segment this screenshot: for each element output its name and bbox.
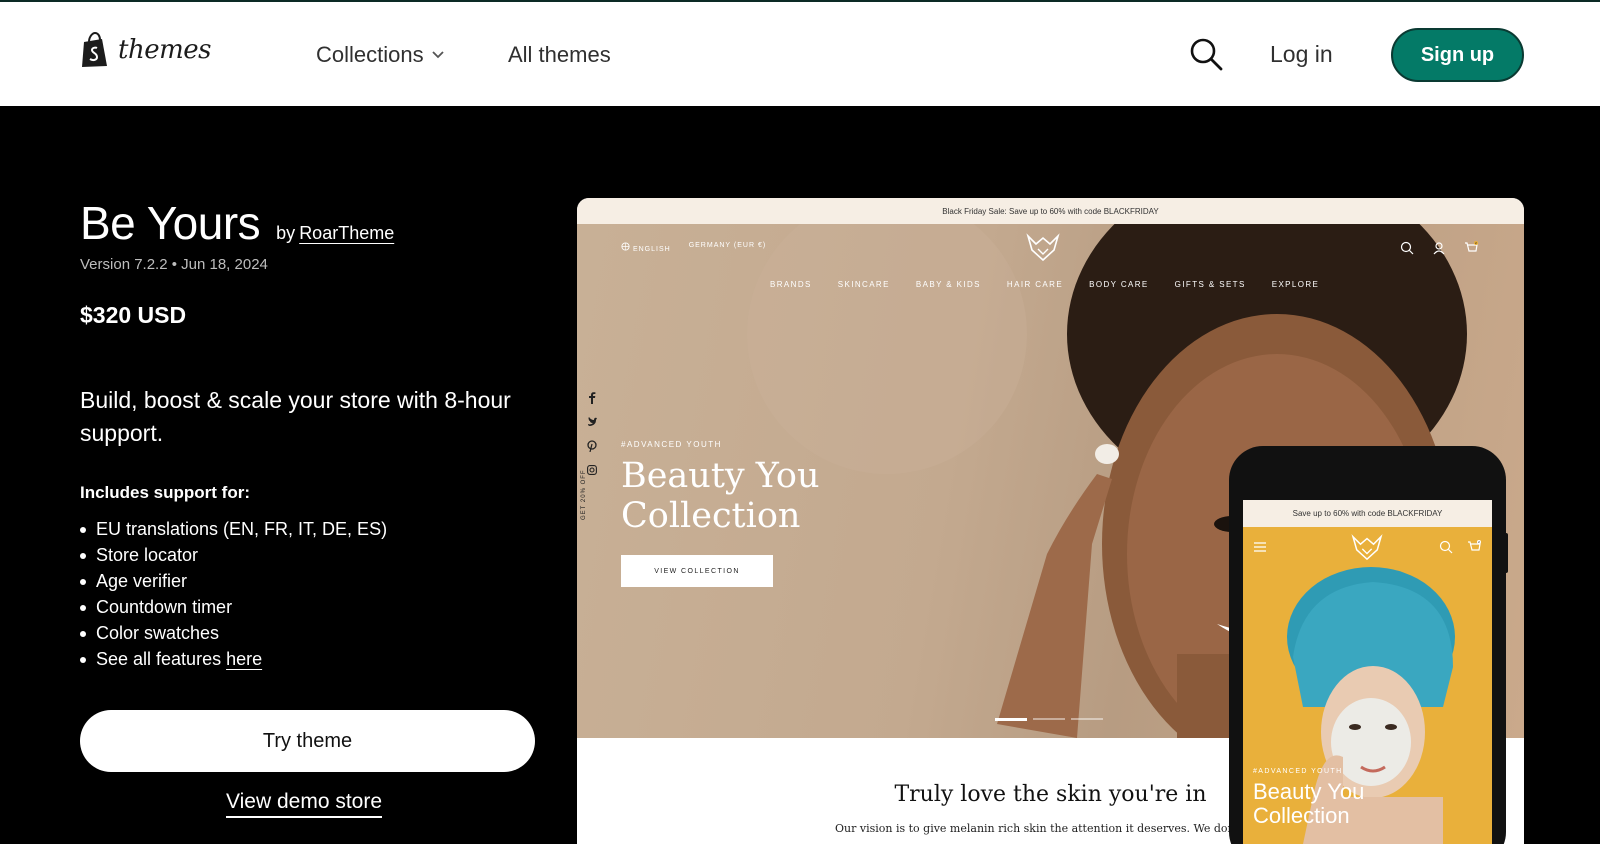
- phone-side-button: [1503, 533, 1508, 573]
- signup-button[interactable]: Sign up: [1391, 28, 1524, 82]
- mobile-hero-eyebrow: #ADVANCED YOUTH: [1253, 768, 1343, 775]
- includes-heading: Includes support for:: [80, 483, 250, 502]
- shopify-bag-icon: [82, 32, 107, 67]
- login-link[interactable]: Log in: [1270, 41, 1333, 68]
- all-themes-link[interactable]: All themes: [508, 42, 611, 68]
- see-all-features-link[interactable]: here: [226, 649, 262, 669]
- hero-view-collection-button: VIEW COLLECTION: [621, 555, 773, 587]
- mobile-promo-bar: Save up to 60% with code BLACKFRIDAY: [1243, 500, 1492, 527]
- top-navigation: themes Collections All themes Log in Sig…: [0, 0, 1600, 106]
- try-theme-button[interactable]: Try theme: [80, 710, 535, 772]
- shopify-themes-logo[interactable]: themes: [80, 32, 211, 68]
- hero-title: Beauty You Collection: [621, 456, 820, 536]
- fox-logo-icon: [1351, 534, 1383, 561]
- slide-dot: [995, 718, 1027, 721]
- chevron-down-icon: [431, 51, 444, 59]
- theme-author-line: by RoarTheme: [276, 223, 394, 244]
- theme-title-row: Be Yours by RoarTheme: [80, 196, 394, 250]
- collections-label: Collections: [316, 42, 424, 67]
- menu-item-hair-care: HAIR CARE: [1006, 280, 1064, 289]
- cart-icon: 2: [1468, 540, 1481, 551]
- intro-text: Our vision is to give melanin rich skin …: [835, 822, 1274, 835]
- fox-logo-icon: [1026, 233, 1060, 262]
- preview-header-icons: 2: [1400, 241, 1478, 255]
- preview-social-bar: [587, 392, 597, 476]
- preview-promo-bar: Black Friday Sale: Save up to 60% with c…: [577, 198, 1524, 224]
- slide-dot: [1071, 718, 1103, 720]
- theme-price: $320 USD: [80, 302, 187, 328]
- theme-name: Be Yours: [80, 197, 261, 249]
- social-offer-text: GET 20% OFF: [581, 469, 587, 520]
- preview-language-label: ENGLISH: [632, 246, 671, 253]
- menu-item-baby-kids: BABY & KIDS: [915, 280, 981, 289]
- slideshow-dots: [995, 718, 1103, 721]
- search-icon: [1439, 540, 1453, 554]
- menu-item-brands: BRANDS: [770, 280, 812, 289]
- feature-item: Age verifier: [80, 568, 387, 594]
- collections-menu[interactable]: Collections: [316, 42, 444, 68]
- menu-item-gifts-sets: GIFTS & SETS: [1174, 280, 1246, 289]
- menu-item-skincare: SKINCARE: [837, 280, 890, 289]
- preview-locale: ENGLISH GERMANY (EUR €): [621, 242, 766, 253]
- feature-list: EU translations (EN, FR, IT, DE, ES) Sto…: [80, 516, 387, 672]
- phone-screen: Save up to 60% with code BLACKFRIDAY 2 #…: [1243, 500, 1492, 844]
- by-label: by: [276, 223, 296, 243]
- facebook-icon: [589, 392, 596, 404]
- theme-tagline: Build, boost & scale your store with 8-h…: [80, 387, 511, 446]
- pinterest-icon: [587, 440, 597, 452]
- search-icon: [1400, 241, 1414, 255]
- hamburger-icon: [1254, 542, 1266, 552]
- user-icon: [1433, 242, 1445, 255]
- cart-icon: 2: [1465, 241, 1478, 252]
- preview-currency: GERMANY (EUR €): [688, 242, 767, 249]
- globe-icon: [621, 242, 630, 251]
- menu-item-body-care: BODY CARE: [1089, 280, 1149, 289]
- slide-dot: [1033, 718, 1065, 720]
- logo-text: themes: [118, 35, 211, 65]
- feature-item: Countdown timer: [80, 594, 387, 620]
- feature-item-see-all: See all features here: [80, 646, 387, 672]
- preview-main-menu: BRANDS SKINCARE BABY & KIDS HAIR CARE BO…: [770, 280, 1319, 289]
- feature-item: Store locator: [80, 542, 387, 568]
- preview-language: ENGLISH: [621, 242, 671, 253]
- hero-eyebrow: #ADVANCED YOUTH: [621, 440, 722, 449]
- version-date: Version 7.2.2 • Jun 18, 2024: [80, 256, 268, 273]
- twitter-icon: [588, 417, 597, 426]
- feature-item: EU translations (EN, FR, IT, DE, ES): [80, 516, 387, 542]
- mobile-hero-title: Beauty You Collection: [1253, 779, 1365, 828]
- instagram-icon: [587, 465, 597, 475]
- feature-item: Color swatches: [80, 620, 387, 646]
- mobile-header: 2: [1243, 527, 1492, 567]
- see-all-text: See all features: [96, 649, 227, 669]
- author-link[interactable]: RoarTheme: [299, 223, 394, 243]
- menu-item-explore: EXPLORE: [1271, 280, 1320, 289]
- view-demo-store-link[interactable]: View demo store: [226, 790, 383, 818]
- search-icon[interactable]: [1188, 36, 1224, 72]
